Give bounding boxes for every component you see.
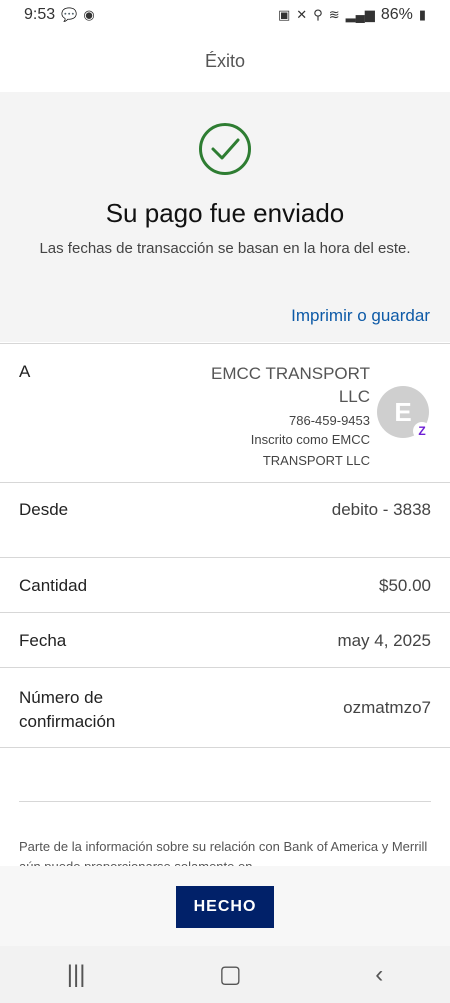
- nfc-icon: ▣: [277, 7, 291, 22]
- from-value: debito - 3838: [331, 500, 431, 519]
- signal-icon: ▂▄▆: [345, 7, 375, 22]
- disclaimer-text: Parte de la información sobre su relació…: [19, 839, 428, 867]
- status-time: 9:53: [24, 6, 56, 23]
- date-value: may 4, 2025: [337, 631, 431, 650]
- home-icon[interactable]: ▢: [219, 960, 242, 989]
- divider: [0, 612, 450, 613]
- divider: [0, 557, 450, 558]
- recipient-enrolled-line2: TRANSPORT LLC: [262, 453, 370, 468]
- wifi-icon: ≋: [328, 7, 340, 22]
- system-nav-bar: ||| ▢ ‹: [0, 946, 450, 1003]
- from-label: Desde: [19, 500, 69, 519]
- recipient-phone: 786-459-9453: [289, 413, 370, 428]
- confirmation-label-line1: Número de: [19, 688, 104, 707]
- confirmation-number-label: Número de confirmación: [19, 686, 115, 734]
- battery-level: 86%: [380, 6, 413, 23]
- amount-label: Cantidad: [19, 576, 88, 595]
- confirmation-label-line2: confirmación: [19, 712, 116, 731]
- divider: [0, 747, 450, 748]
- recipient-name-line1: EMCC TRANSPORT: [210, 364, 370, 383]
- confirmation-number-value: ozmatmzo7: [343, 698, 431, 717]
- back-icon[interactable]: ‹: [375, 961, 383, 989]
- page-title-bar: Éxito: [0, 30, 450, 92]
- timezone-note: Las fechas de transacción se basan en la…: [39, 240, 411, 257]
- status-right: ▣ ✕ ⚲ ≋ ▂▄▆ 86% ▮: [278, 6, 426, 24]
- divider: [19, 801, 431, 802]
- status-bar: 9:53 💬 ◉ ▣ ✕ ⚲ ≋ ▂▄▆ 86% ▮: [0, 0, 450, 30]
- page-title: Éxito: [204, 50, 246, 71]
- date-label: Fecha: [19, 631, 67, 650]
- recipient-label: A: [19, 362, 31, 381]
- recipient-enrolled-line1: Inscrito como EMCC: [250, 432, 370, 447]
- done-button[interactable]: HECHO: [176, 886, 274, 928]
- location-icon: ⚲: [313, 7, 323, 22]
- status-left: 9:53 💬 ◉: [24, 6, 95, 24]
- divider: [0, 667, 450, 668]
- divider: [0, 343, 450, 344]
- success-check-icon: [199, 123, 251, 175]
- print-or-save-link[interactable]: Imprimir o guardar: [291, 306, 430, 326]
- avatar-initial: E: [394, 396, 412, 427]
- recipient-details: EMCC TRANSPORT LLC 786-459-9453 Inscrito…: [211, 362, 370, 470]
- chat-icon: 💬: [61, 7, 78, 22]
- battery-icon: ▮: [418, 7, 426, 22]
- messenger-icon: ◉: [83, 7, 95, 22]
- zelle-icon: Z: [413, 422, 431, 440]
- mute-icon: ✕: [296, 7, 308, 22]
- recents-icon[interactable]: |||: [67, 961, 86, 989]
- recipient-name-line2: LLC: [338, 387, 370, 406]
- divider: [0, 482, 450, 483]
- amount-value: $50.00: [379, 576, 431, 595]
- success-headline: Su pago fue enviado: [105, 198, 345, 228]
